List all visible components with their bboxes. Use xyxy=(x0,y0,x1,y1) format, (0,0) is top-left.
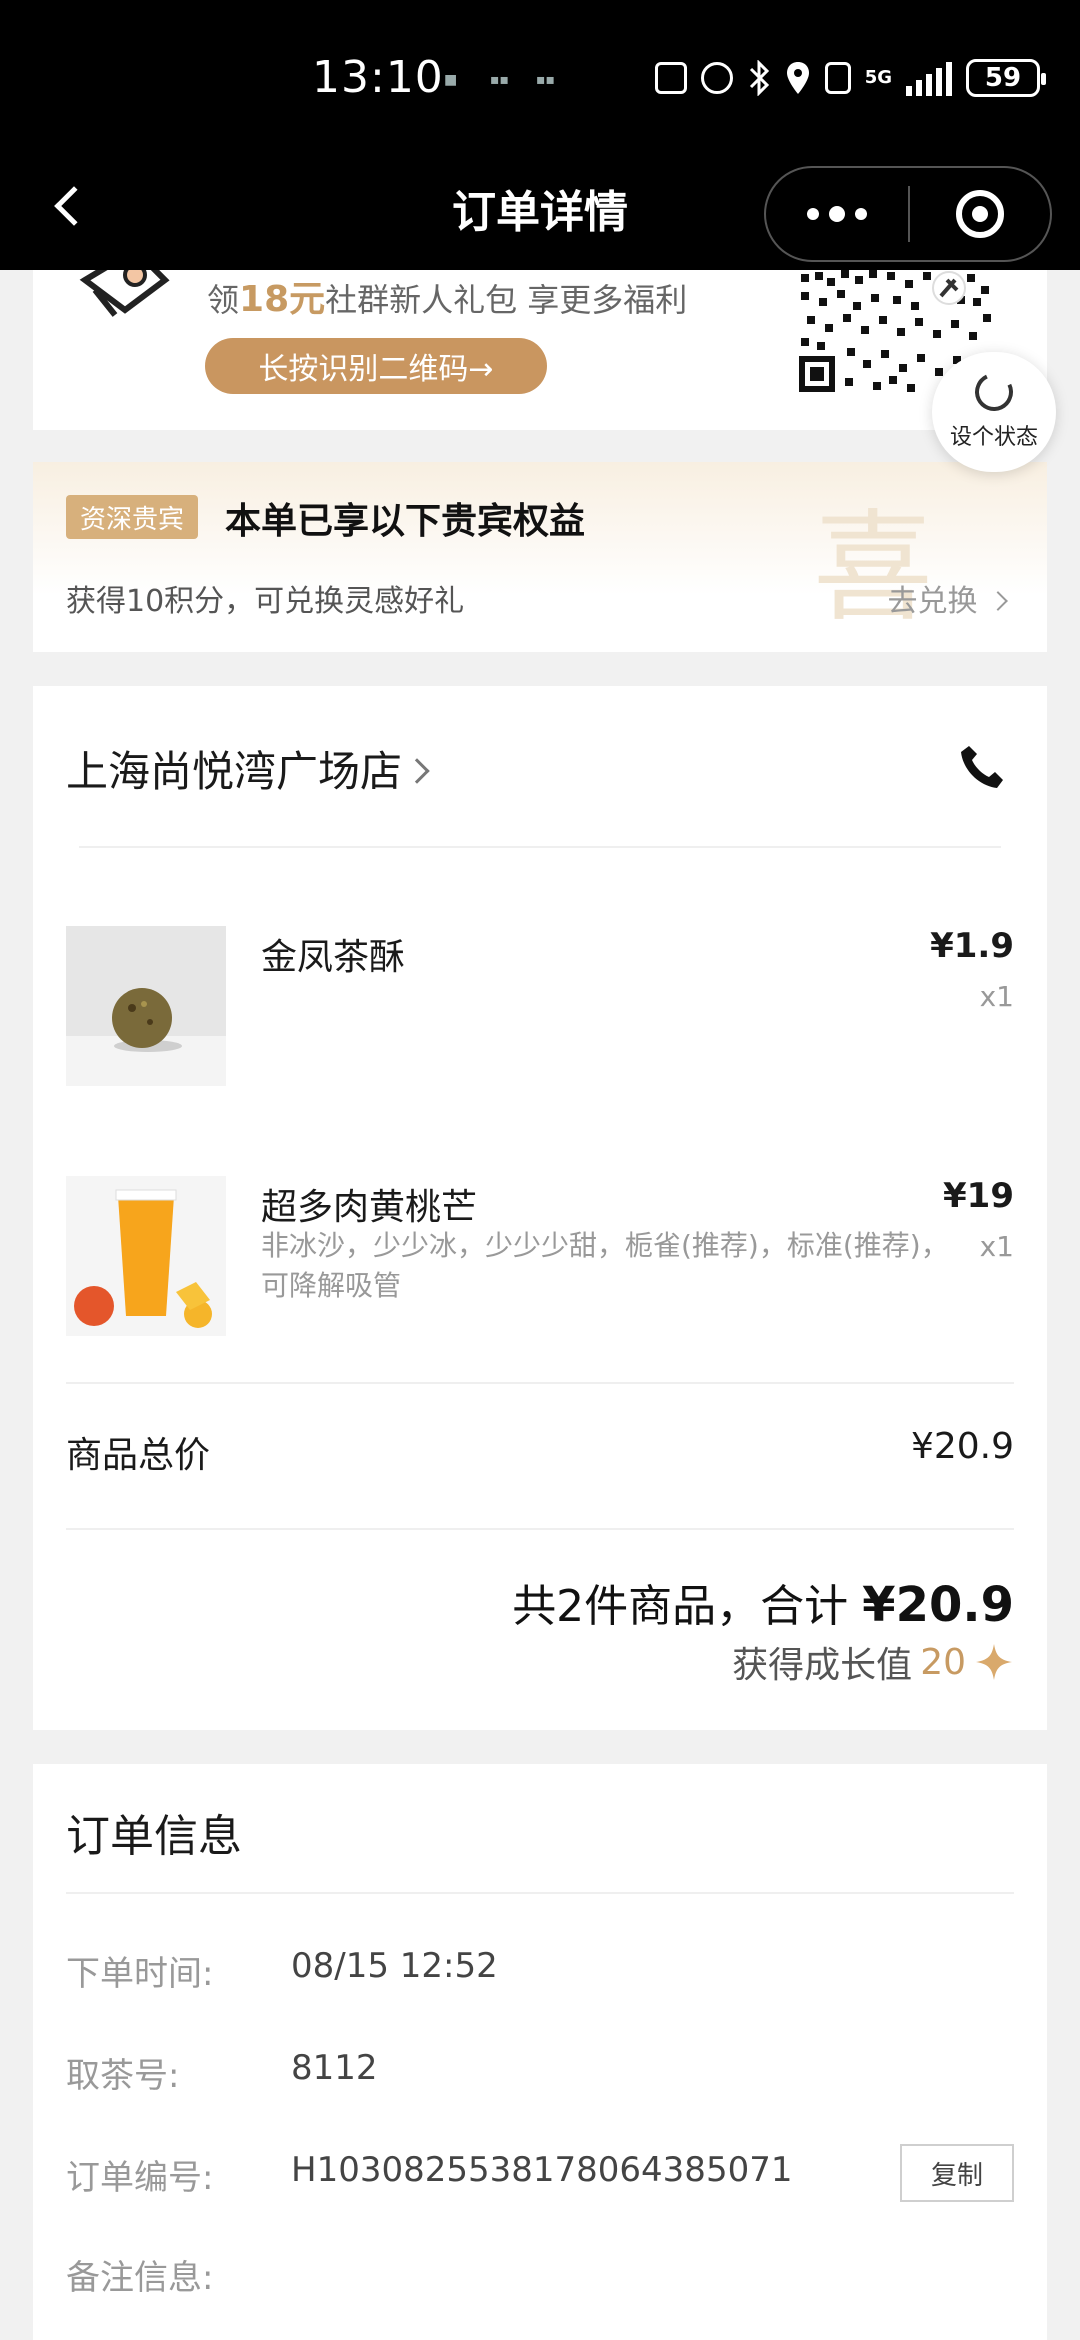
banner-amount: 18元 xyxy=(239,279,326,320)
scan-qr-button[interactable]: 长按识别二维码→ xyxy=(205,338,547,394)
vip-title: 本单已享以下贵宾权益 xyxy=(225,501,586,542)
order-total: 共2件商品，合计 ¥20.9 xyxy=(512,1570,1014,1634)
total-value: ¥20.9 xyxy=(862,1577,1014,1633)
signal-icon xyxy=(906,60,952,96)
order-number-label: 订单编号: xyxy=(66,2158,214,2198)
growth-points: 获得成长值 20 xyxy=(732,1636,1014,1688)
order-time-label: 下单时间: xyxy=(66,1954,214,1994)
item-image xyxy=(66,926,226,1086)
battery-icon: 59 xyxy=(966,59,1046,97)
mango-drink-image xyxy=(66,1176,226,1336)
divider xyxy=(66,1528,1014,1530)
remark-label: 备注信息: xyxy=(66,2258,214,2298)
notification-icon: ▪▪ xyxy=(490,72,509,88)
order-number-value: H1030825538178064385071 xyxy=(291,2150,793,2190)
divider xyxy=(79,846,1001,848)
pickup-number-value: 8112 xyxy=(291,2048,378,2088)
vip-points-text: 获得10积分，可兑换灵感好礼 xyxy=(66,584,465,619)
tea-pastry-image xyxy=(66,926,226,1086)
alarm-icon xyxy=(700,62,733,94)
banner-text-prefix: 领 xyxy=(207,281,240,319)
order-time-value: 08/15 12:52 xyxy=(291,1946,498,1986)
redeem-label: 去兑换 xyxy=(887,584,978,619)
status-time: 13:10 xyxy=(312,52,444,103)
divider xyxy=(66,1892,1014,1894)
network-type: 5G xyxy=(864,67,892,88)
item-name: 金凤茶酥 xyxy=(261,937,406,978)
growth-label: 获得成长值 xyxy=(732,1645,913,1686)
pickup-number-label: 取茶号: xyxy=(66,2056,180,2096)
redeem-link[interactable]: 去兑换 xyxy=(887,576,1008,620)
store-link[interactable]: 上海尚悦湾广场店 xyxy=(66,738,430,799)
more-button[interactable] xyxy=(766,168,908,260)
chevron-right-icon xyxy=(988,591,1008,611)
item-image xyxy=(66,1176,226,1336)
item-spec: 非冰沙，少少冰，少少少甜，栀雀(推荐)，标准(推荐)，可降解吸管 xyxy=(261,1229,949,1302)
notification-icon: ▪▪ xyxy=(536,72,555,88)
subtotal-value: ¥20.9 xyxy=(910,1426,1014,1467)
close-mini-program-button[interactable] xyxy=(910,190,1050,238)
close-target-icon xyxy=(956,190,1004,238)
total-prefix: 共2件商品，合计 xyxy=(512,1581,863,1632)
set-status-label: 设个状态 xyxy=(949,425,1038,450)
store-name: 上海尚悦湾广场店 xyxy=(66,747,403,796)
vip-benefits-card: 喜 资深贵宾 本单已享以下贵宾权益 获得10积分，可兑换灵感好礼 去兑换 xyxy=(33,462,1047,652)
item-price: ¥19 xyxy=(943,1176,1014,1216)
mini-program-capsule xyxy=(764,166,1052,262)
banner-text-suffix: 社群新人礼包 享更多福利 xyxy=(325,281,688,319)
status-ring-icon xyxy=(969,367,1019,417)
order-info-card: 订单信息 下单时间: 08/15 12:52 取茶号: 8112 订单编号: H… xyxy=(33,1764,1047,2340)
top-bar: 13:10 ■ ▪▪ ▪▪ 5G 59 订单详情 xyxy=(0,0,1080,270)
banner-text: 领18元社群新人礼包 享更多福利 xyxy=(207,270,687,322)
nfc-icon xyxy=(654,62,687,94)
subtotal-label: 商品总价 xyxy=(66,1435,211,1476)
item-name: 超多肉黄桃芒 xyxy=(261,1187,478,1228)
status-icons: 5G 59 xyxy=(654,56,1046,100)
chevron-right-icon xyxy=(404,757,430,784)
order-info-title: 订单信息 xyxy=(66,1811,242,1862)
phone-icon[interactable] xyxy=(957,742,1007,792)
vip-level-badge: 资深贵宾 xyxy=(66,495,199,539)
order-store-card: 上海尚悦湾广场店 金凤茶酥 ¥1.9 x1 超多肉黄桃芒 非冰沙，少少冰，少少少… xyxy=(33,686,1047,1730)
sparkle-icon xyxy=(976,1644,1012,1680)
item-quantity: x1 xyxy=(979,1230,1014,1263)
location-icon xyxy=(786,62,809,94)
set-status-button[interactable]: 设个状态 xyxy=(932,352,1056,472)
vibrate-icon xyxy=(824,62,851,94)
bluetooth-icon xyxy=(749,60,769,96)
item-quantity: x1 xyxy=(979,980,1014,1013)
battery-level: 59 xyxy=(984,63,1022,93)
item-price: ¥1.9 xyxy=(930,926,1014,966)
copy-order-number-button[interactable]: 复制 xyxy=(900,2144,1014,2202)
notification-icon: ■ xyxy=(444,72,458,88)
divider xyxy=(66,1382,1014,1384)
growth-value: 20 xyxy=(920,1641,966,1683)
